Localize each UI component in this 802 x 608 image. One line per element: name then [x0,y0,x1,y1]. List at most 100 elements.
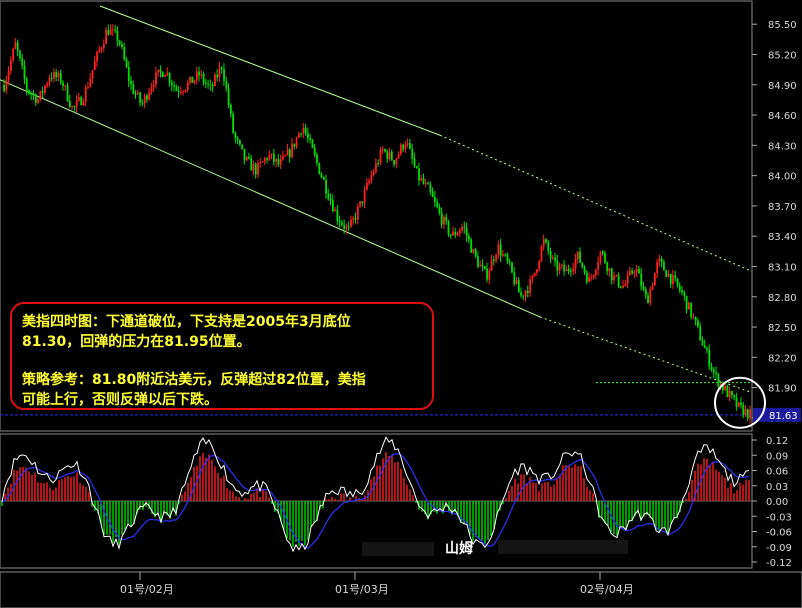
candle-body [200,73,203,76]
candle-body [62,82,64,86]
candle-body [288,149,291,158]
candle-body [513,272,516,285]
osc-y-tick-label: -0.03 [766,512,792,523]
candle-body [701,340,704,346]
candle-body [331,200,334,212]
candle-body [39,90,42,100]
candle-body [699,326,702,341]
candle-body [511,262,513,273]
candle-body [547,242,550,252]
candle-body [560,264,563,266]
candle-body [263,158,266,162]
candle-body [216,74,219,78]
candle-body [608,268,611,272]
y-tick-label: 84.60 [768,111,797,122]
candle-body [638,269,640,274]
candle-body [522,295,525,297]
candle-body [456,233,459,236]
candle-body [139,92,142,103]
note-line-4: 可能上行，否则反弹以后下跌。 [22,392,218,408]
candle-body [372,171,375,176]
candle-body [406,143,409,145]
candle [232,111,235,134]
candle-body [508,261,511,263]
candle-body [309,138,312,140]
candle-body [268,155,271,160]
redacted-block-right [498,540,628,554]
candle-body [549,251,552,258]
candle-body [116,30,119,42]
candle-body [107,29,110,35]
candle-body [23,65,26,79]
candle-body [173,85,176,88]
candle-body [531,276,534,280]
current-price-label: 81.63 [769,411,798,422]
candle-body [223,68,225,81]
candle-body [540,246,543,261]
candle-body [3,84,5,91]
y-tick-label: 82.20 [768,353,797,364]
candle-body [463,226,466,228]
candle-body [313,147,316,155]
candle [726,384,729,398]
candle-body [96,51,98,62]
candle-body [302,127,305,134]
candle-body [715,372,717,375]
candle-body [468,235,470,240]
candle-body [536,269,538,273]
candle-body [697,320,699,327]
candle-body [685,295,688,310]
y-tick-label: 84.30 [768,141,797,152]
candle-body [227,88,230,105]
candle-body [136,92,139,95]
candle-body [284,155,287,157]
candle-body [102,43,105,48]
candle-body [384,149,386,152]
candle [511,261,513,274]
candle-body [80,97,83,106]
candle-body [338,220,341,223]
candle-body [490,259,493,271]
candle-body [336,209,339,221]
candle-body [710,366,713,370]
candle-body [57,73,60,78]
candle-body [529,279,532,293]
candle-body [651,285,654,290]
candle-body [32,94,35,96]
candle-body [640,273,643,287]
x-tick-label: 02号/04月 [580,583,634,596]
candle-body [134,93,137,95]
candle-body [55,72,58,78]
candle-body [599,251,602,263]
osc-y-tick-label: 0.03 [766,482,788,493]
candle-body [393,160,396,165]
candle-body [248,157,250,159]
candle-body [322,177,325,180]
candle-body [14,42,17,50]
candle-body [127,66,130,81]
candle-body [737,402,740,407]
candle-body [320,174,323,178]
candle-body [404,144,407,150]
candle-body [182,91,185,93]
candle-body [624,283,627,286]
candle-body [130,80,132,85]
candle-body [545,239,547,243]
candle-body [93,61,96,71]
candle-body [429,184,432,192]
candle-body [658,258,661,263]
candle-body [597,262,600,271]
candle-body [350,219,352,227]
candle-body [454,231,457,236]
candle-body [78,97,80,101]
candle-body [304,127,307,134]
candle-body [477,256,479,267]
candle-body [354,217,357,220]
candle-body [604,252,606,263]
x-tick-label: 01号/02月 [120,583,174,596]
candle-body [209,84,212,86]
candle [311,138,314,149]
candle-body [474,249,477,257]
y-tick-label: 84.90 [768,81,797,92]
candle-body [50,77,53,79]
